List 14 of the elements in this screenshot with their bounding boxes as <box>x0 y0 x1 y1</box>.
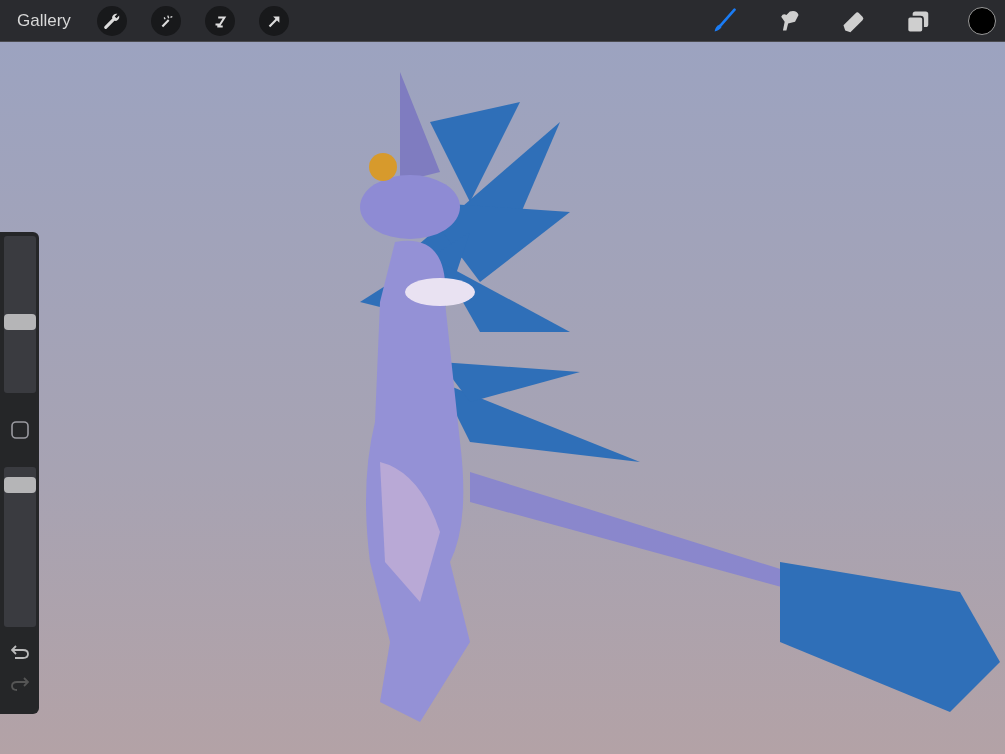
opacity-slider[interactable] <box>3 467 36 627</box>
magic-wand-button[interactable] <box>150 5 181 36</box>
wrench-button[interactable] <box>96 5 127 36</box>
color-swatch[interactable] <box>968 6 996 35</box>
s-curve-button[interactable] <box>204 5 235 36</box>
brush-size-slider[interactable] <box>3 236 36 393</box>
gallery-link[interactable]: Gallery <box>17 10 71 31</box>
undo-icon[interactable] <box>10 645 29 659</box>
square-icon[interactable] <box>10 421 29 439</box>
brush-icon[interactable] <box>712 7 738 34</box>
wrench-icon <box>102 11 121 30</box>
slider-thumb[interactable] <box>3 477 36 494</box>
slider-thumb[interactable] <box>3 313 36 330</box>
arrow-button[interactable] <box>258 5 289 36</box>
